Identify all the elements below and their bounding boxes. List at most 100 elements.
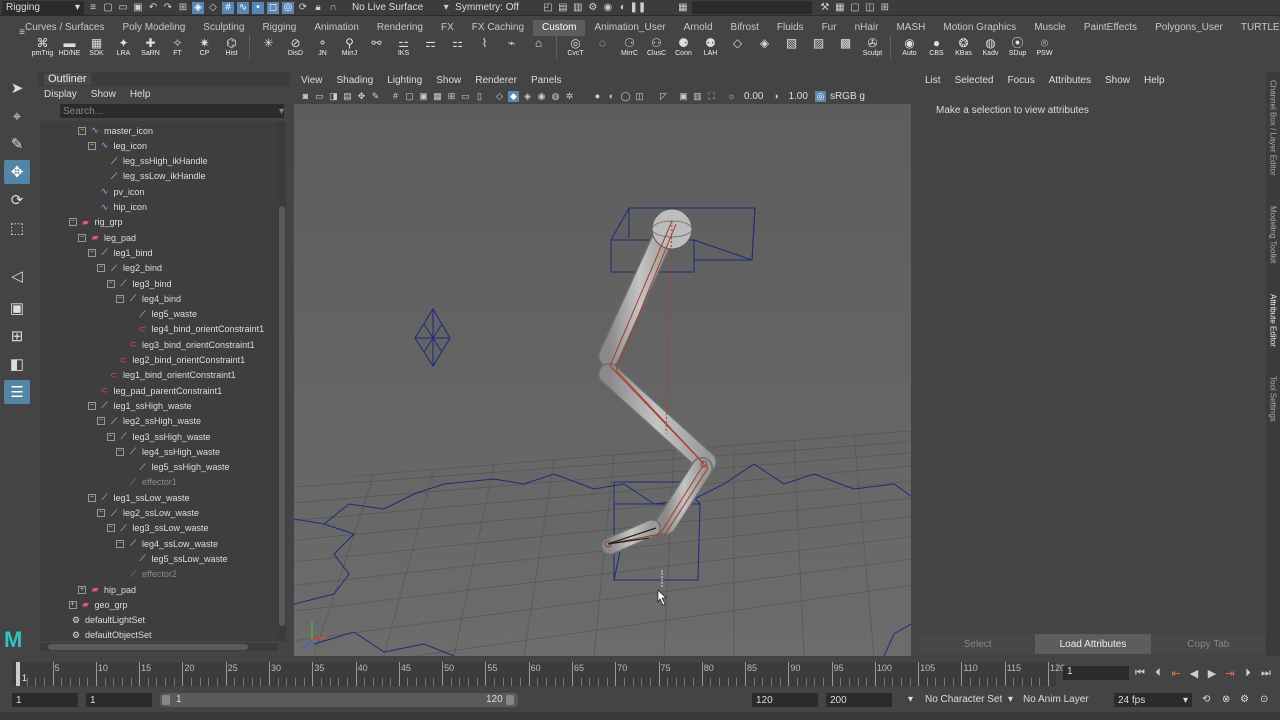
new-scene-icon[interactable]: ▢ xyxy=(102,2,114,14)
expand-toggle[interactable]: + xyxy=(68,600,77,609)
shelf-tab-motion-graphics[interactable]: Motion Graphics xyxy=(934,20,1025,36)
select-button[interactable]: Select xyxy=(920,634,1036,654)
viewport-menu-lighting[interactable]: Lighting xyxy=(387,75,422,86)
time-slider[interactable]: 5 10 15 20 25 30 35 40 45 50 55 60 65 70 75 80 85 90 95 100… xyxy=(12,662,1065,686)
shelf-button-tool-14[interactable]: ⚎ xyxy=(418,36,443,63)
shelf-tab-animation[interactable]: Animation xyxy=(305,20,367,36)
motion-blur-icon[interactable]: ▣ xyxy=(678,91,689,102)
redo-icon[interactable]: ↷ xyxy=(162,2,174,14)
character-set-dropdown-icon[interactable]: ▾ xyxy=(908,694,913,705)
image-plane-icon[interactable]: ▤ xyxy=(342,91,353,102)
expand-toggle[interactable]: − xyxy=(97,509,105,517)
outliner-menu-show[interactable]: Show xyxy=(91,89,116,100)
play-forward-icon[interactable]: ▶ xyxy=(1206,666,1218,680)
exposure-value[interactable]: 0.00 xyxy=(744,91,763,102)
anim-start-field[interactable]: 1 xyxy=(12,693,78,707)
live-surface-label[interactable]: No Live Surface xyxy=(352,2,423,13)
shelf-button-tool-20[interactable]: ◌ xyxy=(590,36,615,63)
shelf-button-mirrj[interactable]: ⚲ MirrJ xyxy=(337,36,362,63)
scroll-thumb[interactable] xyxy=(279,206,285,626)
camera-gate-icon[interactable]: ⛶ xyxy=(706,91,717,102)
shelf-button-iks[interactable]: ⚍ IKS xyxy=(391,36,416,63)
menu-set-dropdown[interactable]: Rigging ▾ xyxy=(2,0,84,15)
outliner-item[interactable]: − ⟋ leg1_ssLow_waste xyxy=(87,490,190,505)
shelf-button-tool-25[interactable]: ◇ xyxy=(725,36,750,63)
viewport-menu-shading[interactable]: Shading xyxy=(337,75,374,86)
shelf-tab-rendering[interactable]: Rendering xyxy=(368,20,432,36)
expand-toggle[interactable]: − xyxy=(97,417,105,426)
snap-view-icon[interactable]: ◻ xyxy=(267,1,279,14)
shelf-button-tool-16[interactable]: ⌇ xyxy=(472,36,497,63)
shelf-button-disd[interactable]: ⊘ DisD xyxy=(283,36,308,63)
snap-surface-icon[interactable]: ◎ xyxy=(282,1,294,14)
shelf-button-sdk[interactable]: ▦ SDK xyxy=(84,36,109,63)
tab-attribute-editor[interactable]: Attribute Editor xyxy=(1266,294,1280,360)
textured-icon[interactable]: ◈ xyxy=(522,91,533,102)
gamma-value[interactable]: 1.00 xyxy=(788,91,807,102)
pause-icon[interactable]: ❚❚ xyxy=(630,2,647,14)
tab-tool-settings[interactable]: Tool Settings xyxy=(1266,376,1280,430)
shelf-button-tool-18[interactable]: ⌂ xyxy=(526,36,551,63)
playback-end-field[interactable]: 120 xyxy=(752,693,818,707)
xray-joints-icon[interactable]: ◐ xyxy=(606,91,617,102)
viewport-menu-renderer[interactable]: Renderer xyxy=(475,75,517,86)
render-icon[interactable]: ◰ xyxy=(542,2,554,14)
outliner-horizontal-scrollbar[interactable] xyxy=(40,643,278,651)
outliner-item[interactable]: ⟋ leg_ssHigh_ikHandle xyxy=(97,154,208,169)
wireframe-icon[interactable]: ◇ xyxy=(494,91,505,102)
snap-point-icon[interactable]: • xyxy=(252,1,264,14)
3d-scene[interactable] xyxy=(253,104,935,680)
range-start-handle[interactable] xyxy=(162,695,170,705)
lasso-tool-icon[interactable]: ⌖ xyxy=(4,104,30,128)
outliner-item[interactable]: − ▰ leg_pad xyxy=(78,230,136,245)
expand-toggle[interactable]: − xyxy=(78,233,86,242)
outliner-item[interactable]: ⟋ leg5_ssLow_waste xyxy=(126,551,227,566)
outliner-item[interactable]: + ▰ hip_pad xyxy=(78,582,136,597)
aa-icon[interactable]: ◫ xyxy=(634,91,645,102)
shelf-tab-polygons-user[interactable]: Polygons_User xyxy=(1146,20,1232,36)
shelf-button-tool-26[interactable]: ◈ xyxy=(752,36,777,63)
expand-toggle[interactable]: + xyxy=(78,585,86,594)
select-object-icon[interactable]: ◈ xyxy=(192,1,204,14)
layout-four-icon[interactable]: ⊞ xyxy=(879,2,891,14)
expand-toggle[interactable]: − xyxy=(106,524,115,533)
expand-toggle[interactable]: − xyxy=(87,248,96,257)
color-management-icon[interactable]: ◎ xyxy=(814,90,826,102)
safe-action-icon[interactable]: ▭ xyxy=(460,91,471,102)
render-settings-icon[interactable]: ⚙ xyxy=(587,2,599,14)
gamma-icon[interactable]: ◑ xyxy=(770,91,781,102)
render-frame-icon[interactable]: ▤ xyxy=(557,2,569,14)
snap-grid-icon[interactable]: # xyxy=(222,1,234,14)
shelf-button-lah[interactable]: ⚉ LAH xyxy=(698,36,723,63)
outliner-item[interactable]: ∿ pv_icon xyxy=(88,184,145,199)
shelf-tab-rigging[interactable]: Rigging xyxy=(253,20,305,36)
resolution-gate-icon[interactable]: ▣ xyxy=(418,91,429,102)
shelf-tab-curves-surfaces[interactable]: Curves / Surfaces xyxy=(16,20,113,36)
shelf-tab-muscle[interactable]: Muscle xyxy=(1025,20,1075,36)
go-to-start-icon[interactable]: ⏮ xyxy=(1134,666,1146,680)
attr-menu-list[interactable]: List xyxy=(925,75,941,86)
outliner-vertical-scrollbar[interactable] xyxy=(278,121,286,641)
current-frame-field[interactable]: 1 xyxy=(1063,666,1129,680)
step-forward-key-icon[interactable]: ⏵ xyxy=(1242,666,1254,680)
shelf-button-clusc[interactable]: ⚇ ClusC xyxy=(644,36,669,63)
shelf-button-auto[interactable]: ◉ Auto xyxy=(897,36,922,63)
outliner-item[interactable]: ⚙ defaultLightSet xyxy=(59,613,145,628)
shelf-tab-painteffects[interactable]: PaintEffects xyxy=(1075,20,1146,36)
open-scene-icon[interactable]: ▭ xyxy=(117,2,129,14)
expand-toggle[interactable]: − xyxy=(106,432,115,441)
outliner-item[interactable]: − ⟋ leg3_ssLow_waste xyxy=(106,521,209,536)
anim-end-field[interactable]: 200 xyxy=(826,693,892,707)
workspace-icon[interactable]: ⚒ xyxy=(819,2,831,14)
outliner-item[interactable]: ⚙ defaultObjectSet xyxy=(59,628,152,641)
outliner-item[interactable]: ⟋ effector2 xyxy=(116,567,177,582)
safe-title-icon[interactable]: ▯ xyxy=(474,91,485,102)
shelf-button-tool-15[interactable]: ⚏ xyxy=(445,36,470,63)
outliner-item[interactable]: − ⟋ leg2_ssLow_waste xyxy=(97,506,199,521)
outliner-item[interactable]: − ⟋ leg4_bind xyxy=(116,291,181,306)
shelf-button-lra[interactable]: ✦ LRA xyxy=(111,36,136,63)
shelf-button-sarn[interactable]: ✚ SaRN xyxy=(138,36,163,63)
shelf-tab-animation-user[interactable]: Animation_User xyxy=(585,20,674,36)
expand-toggle[interactable]: − xyxy=(106,279,115,288)
snap-curve-icon[interactable]: ∿ xyxy=(237,1,249,14)
